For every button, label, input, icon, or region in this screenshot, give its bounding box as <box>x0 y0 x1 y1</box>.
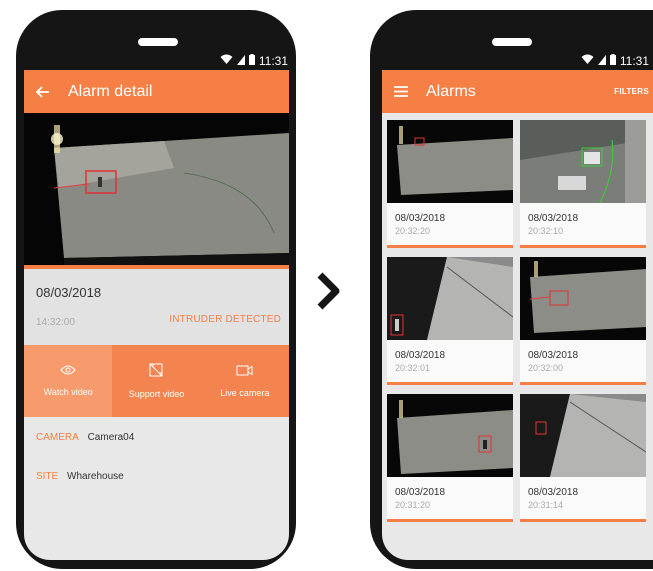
alarm-thumbnail <box>520 257 646 340</box>
watch-video-label: Watch video <box>43 387 93 397</box>
back-arrow-icon[interactable] <box>32 81 54 103</box>
alarm-date: 08/03/2018 <box>395 213 446 224</box>
alarm-thumbnail <box>520 394 646 477</box>
site-key: SITE <box>36 471 59 482</box>
wifi-icon <box>581 54 594 68</box>
accent-bar <box>387 245 513 248</box>
alarm-time: 20:31:14 <box>528 500 564 510</box>
action-bar: Watch video Support video Live camera <box>24 345 289 417</box>
alarm-time: 14:32:00 <box>36 317 75 328</box>
app-bar: Alarm detail <box>24 70 289 113</box>
accent-bar <box>520 245 646 248</box>
alarm-detail-screen: Alarm detail 08/03/2018 14:32:00 INTRUDE… <box>24 70 289 560</box>
alarm-info-panel: 08/03/2018 14:32:00 INTRUDER DETECTED <box>24 269 289 345</box>
phone-speaker <box>492 38 532 46</box>
site-value: Wharehouse <box>67 471 124 482</box>
status-time: 11:31 <box>619 54 649 68</box>
status-time: 11:31 <box>258 54 288 68</box>
alarm-card[interactable]: 08/03/2018 20:32:20 <box>387 120 513 248</box>
site-row: SITE Wharehouse <box>36 471 124 482</box>
accent-bar <box>387 519 513 522</box>
alarm-card[interactable]: 08/03/2018 20:32:10 <box>520 120 646 248</box>
support-video-icon <box>149 363 163 379</box>
battery-icon <box>248 54 255 68</box>
support-video-button[interactable]: Support video <box>112 345 201 417</box>
camera-row: CAMERA Camera04 <box>36 432 134 443</box>
alarm-date: 08/03/2018 <box>36 285 102 300</box>
phone-alarm-detail: 11:31 Alarm detail 08/03/2018 14:32:00 I… <box>16 10 296 569</box>
alarm-time: 20:32:01 <box>395 363 431 373</box>
alarm-card[interactable]: 08/03/2018 20:32:00 <box>520 257 646 385</box>
alarm-card[interactable]: 08/03/2018 20:31:14 <box>520 394 646 522</box>
accent-bar <box>520 382 646 385</box>
hamburger-menu-icon[interactable] <box>390 81 412 103</box>
phone-speaker <box>138 38 178 46</box>
alarm-time: 20:32:00 <box>528 363 564 373</box>
signal-icon <box>236 54 245 68</box>
accent-bar <box>520 519 646 522</box>
alarms-screen: Alarms FILTERS 08/03/2018 20:32:20 08/03… <box>382 70 653 560</box>
alarm-card[interactable]: 08/03/2018 20:32:01 <box>387 257 513 385</box>
alarm-time: 20:32:20 <box>395 226 431 236</box>
watch-video-button[interactable]: Watch video <box>24 345 113 417</box>
alarm-date: 08/03/2018 <box>395 350 446 361</box>
alarms-grid: 08/03/2018 20:32:20 08/03/2018 20:32:10 … <box>387 120 646 522</box>
alarm-time: 20:32:10 <box>528 226 564 236</box>
phone-alarms-list: 11:31 Alarms FILTERS 08/03/2018 20:32:20 <box>370 10 653 569</box>
eye-icon <box>60 365 76 377</box>
alarm-thumbnail <box>387 394 513 477</box>
alarm-date: 08/03/2018 <box>395 487 446 498</box>
battery-icon <box>609 54 616 68</box>
alarm-thumbnail <box>387 120 513 203</box>
page-title: Alarms <box>426 82 476 100</box>
alarm-date: 08/03/2018 <box>528 213 579 224</box>
live-camera-label: Live camera <box>220 387 270 398</box>
wifi-icon <box>220 54 233 68</box>
camera-snapshot <box>24 113 289 265</box>
alarm-card[interactable]: 08/03/2018 20:31:20 <box>387 394 513 522</box>
alarm-status: INTRUDER DETECTED <box>169 314 281 325</box>
status-bar: 11:31 <box>220 52 288 70</box>
signal-icon <box>597 54 606 68</box>
video-camera-icon <box>236 365 253 378</box>
camera-value: Camera04 <box>87 432 135 443</box>
alarm-thumbnail <box>387 257 513 340</box>
chevron-right-icon <box>316 272 342 315</box>
alarm-date: 08/03/2018 <box>528 487 579 498</box>
camera-key: CAMERA <box>36 432 79 443</box>
support-video-label: Support video <box>128 389 185 399</box>
accent-bar <box>387 382 513 385</box>
alarm-time: 20:31:20 <box>395 500 431 510</box>
status-bar: 11:31 <box>581 52 649 70</box>
live-camera-button[interactable]: Live camera <box>200 345 289 417</box>
filters-button[interactable]: FILTERS <box>614 87 649 96</box>
alarm-date: 08/03/2018 <box>528 350 579 361</box>
alarm-video-frame[interactable] <box>24 113 289 265</box>
app-bar: Alarms FILTERS <box>382 70 653 113</box>
page-title: Alarm detail <box>68 82 153 100</box>
alarm-thumbnail <box>520 120 646 203</box>
